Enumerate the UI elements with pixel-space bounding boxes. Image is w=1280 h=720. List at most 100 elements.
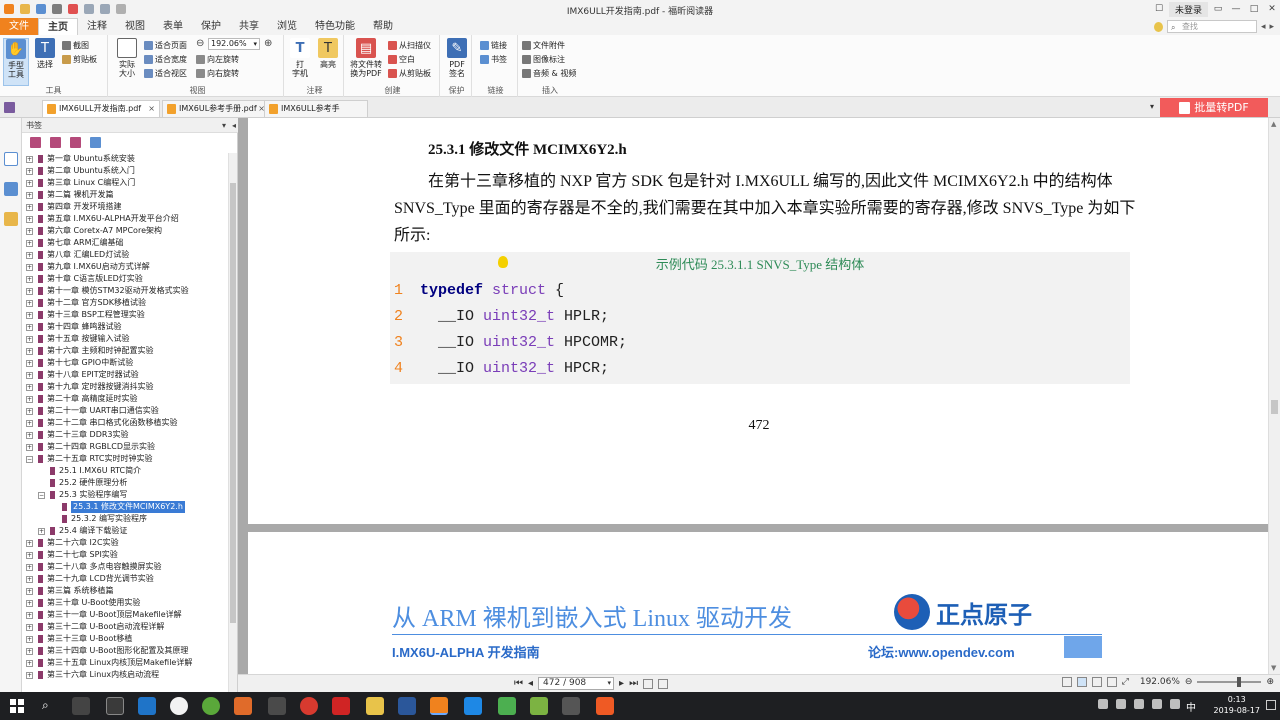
bookmark-item[interactable]: + 第十六章 主频和时钟配置实验	[22, 345, 228, 357]
expand-icon[interactable]: +	[26, 588, 33, 595]
lightbulb-icon[interactable]	[1153, 21, 1163, 32]
rotate-left-button[interactable]: 向左旋转	[196, 53, 239, 65]
clipboard-button[interactable]: 剪贴板	[62, 53, 97, 65]
add-bookmark-icon[interactable]	[30, 136, 41, 148]
ime-indicator[interactable]: 中	[1186, 699, 1196, 714]
zoom-in-icon[interactable]: ⊕	[264, 38, 272, 49]
doc-tab-3[interactable]: IMX6ULL参考手册.pdf	[264, 100, 368, 128]
rotate-right-button[interactable]: 向右旋转	[196, 67, 239, 79]
new-icon[interactable]	[68, 4, 78, 14]
fit-icon[interactable]: ⤢	[1122, 677, 1129, 687]
volume-icon[interactable]	[1170, 699, 1180, 709]
pages-panel-icon[interactable]	[4, 182, 18, 196]
bookmark-item[interactable]: + 第十七章 GPIO中断试验	[22, 357, 228, 369]
bookmark-item[interactable]: + 第十章 C语言版LED灯实验	[22, 273, 228, 285]
task-view-icon[interactable]	[72, 697, 90, 715]
bookmark-item[interactable]: + 第八章 汇编LED灯试验	[22, 249, 228, 261]
bookmark-item[interactable]: + 第一章 Ubuntu系统安装	[22, 153, 228, 165]
bookmark-item[interactable]: 25.3.1 修改文件MCIMX6Y2.h	[22, 501, 228, 513]
first-page-icon[interactable]: ⏮	[514, 678, 523, 689]
tabs-menu-icon[interactable]	[4, 102, 15, 113]
bookmark-item[interactable]: + 第六章 Coretx-A7 MPCore架构	[22, 225, 228, 237]
expand-icon[interactable]: +	[26, 324, 33, 331]
word-icon[interactable]	[398, 697, 416, 715]
red-app-icon[interactable]	[332, 697, 350, 715]
typewriter-button[interactable]: T 打 字机	[287, 38, 313, 78]
fit-page-button[interactable]: 适合页面	[144, 39, 187, 51]
tab-browse[interactable]: 浏览	[268, 18, 306, 35]
continuous-icon[interactable]	[1076, 677, 1087, 687]
tab-form[interactable]: 表单	[154, 18, 192, 35]
fit-visible-button[interactable]: 适合视区	[144, 67, 187, 79]
expand-icon[interactable]: +	[26, 312, 33, 319]
facing-icon[interactable]	[1091, 677, 1102, 687]
foxit-icon[interactable]	[430, 697, 448, 715]
bookmark-item[interactable]: + 第十八章 EPIT定时器试验	[22, 369, 228, 381]
search-icon[interactable]: ⌕	[42, 698, 49, 713]
layers-panel-icon[interactable]	[4, 212, 18, 226]
chrome-icon[interactable]	[170, 697, 188, 715]
zoom-slider[interactable]	[1197, 677, 1262, 687]
expand-icon[interactable]: +	[26, 216, 33, 223]
ribbon-toggle-icon[interactable]: ▭	[1210, 2, 1226, 16]
highlight-button[interactable]: T 高亮	[315, 38, 341, 69]
prev-page-icon[interactable]: ◂	[528, 678, 533, 689]
expand-icon[interactable]: +	[26, 252, 33, 259]
bookmark-item[interactable]: + 第三十五章 Linux内核顶层Makefile详解	[22, 657, 228, 669]
bookmark-item[interactable]: + 第二章 Ubuntu系统入门	[22, 165, 228, 177]
login-button[interactable]: 未登录	[1168, 1, 1208, 17]
bookmark-item[interactable]: + 第三十三章 U-Boot移植	[22, 633, 228, 645]
expand-icon[interactable]: +	[26, 276, 33, 283]
bookmark-item[interactable]: + 第三十章 U-Boot使用实验	[22, 597, 228, 609]
expand-icon[interactable]: +	[26, 420, 33, 427]
start-button[interactable]	[10, 699, 24, 713]
tab-comment[interactable]: 注释	[78, 18, 116, 35]
expand-icon[interactable]: +	[26, 360, 33, 367]
bookmark-item[interactable]: + 第九章 I.MX6U启动方式详解	[22, 261, 228, 273]
clock[interactable]: 0:13 2019-08-17	[1214, 694, 1261, 716]
bookmarks-scrollbar-thumb[interactable]	[230, 183, 236, 623]
actual-size-button[interactable]: 实际 大小	[114, 38, 140, 78]
search-input[interactable]: ⌕ 查找	[1166, 20, 1257, 33]
expand-icon[interactable]: +	[26, 204, 33, 211]
bookmark-item[interactable]: +25.4 编译下载验证	[22, 525, 228, 537]
expand-icon[interactable]: +	[26, 168, 33, 175]
blue-app-icon[interactable]	[464, 697, 482, 715]
bookmark-item[interactable]: + 第二十七章 SPI实验	[22, 549, 228, 561]
expand-icon[interactable]: +	[26, 540, 33, 547]
audio-video-button[interactable]: 音频 & 视频	[522, 67, 576, 79]
image-annotation-button[interactable]: 图像标注	[522, 53, 565, 65]
select-button[interactable]: T 选择	[32, 38, 58, 69]
folder-icon[interactable]	[366, 697, 384, 715]
search-next-icon[interactable]: ▸	[1269, 22, 1274, 32]
expand-icon[interactable]: +	[26, 672, 33, 679]
bookmark-item[interactable]: + 第十三章 BSP工程管理实验	[22, 309, 228, 321]
expand-icon[interactable]: +	[26, 348, 33, 355]
bookmark-item[interactable]: + 第二十三章 DDR3实验	[22, 429, 228, 441]
page-number-input[interactable]: 472 / 908 ▾	[538, 677, 615, 690]
from-clipboard-button[interactable]: 从剪贴板	[388, 67, 431, 79]
expand-icon[interactable]: +	[26, 408, 33, 415]
doc-tab-2[interactable]: IMX6UL参考手册.pdf ×	[162, 100, 270, 117]
fit-width-button[interactable]: 适合宽度	[144, 53, 187, 65]
bookmark-item[interactable]: + 第三篇 系统移植篇	[22, 585, 228, 597]
tabs-dropdown-icon[interactable]: ▾	[1150, 102, 1154, 111]
scroll-up-icon[interactable]: ▲	[1271, 120, 1276, 128]
expand-icon[interactable]: +	[26, 660, 33, 667]
panel-menu-icon[interactable]: ▾	[222, 118, 226, 133]
link-button[interactable]: 链接	[480, 39, 507, 51]
zoom-slider-knob[interactable]	[1237, 677, 1242, 687]
calculator-icon[interactable]	[562, 697, 580, 715]
tab-file[interactable]: 文件	[0, 18, 38, 35]
document-scrollbar-thumb[interactable]	[1271, 400, 1278, 414]
open-icon[interactable]	[20, 4, 30, 14]
expand-icon[interactable]: +	[26, 576, 33, 583]
print-icon[interactable]	[52, 4, 62, 14]
bookmark-item[interactable]: + 第二十九章 LCD背光调节实验	[22, 573, 228, 585]
expand-icon[interactable]: +	[26, 264, 33, 271]
bookmark-item[interactable]: + 第二十二章 串口格式化函数移植实验	[22, 417, 228, 429]
minimize-button[interactable]: —	[1228, 2, 1244, 16]
expand-icon[interactable]: +	[26, 288, 33, 295]
tab-home[interactable]: 主页	[38, 18, 78, 35]
document-scrollbar[interactable]: ▲ ▼	[1268, 118, 1280, 674]
